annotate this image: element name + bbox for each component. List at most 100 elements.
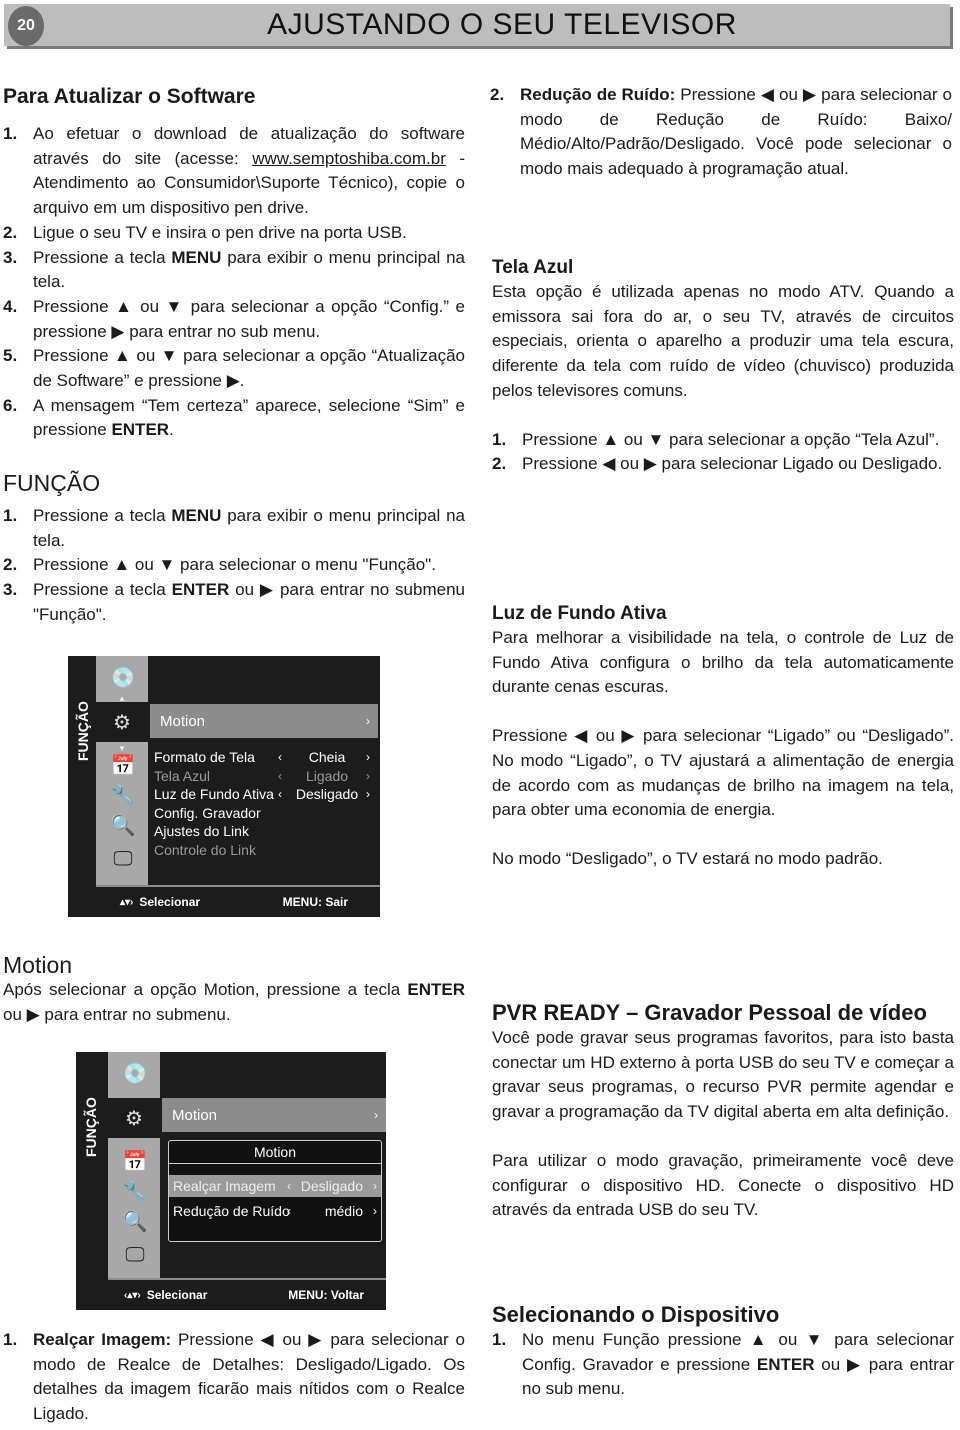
menu-row[interactable]: Luz de Fundo Ativa ‹ Desligado › (154, 785, 374, 803)
selecionando-steps: 1. No menu Função pressione ▲ ou ▼ para s… (492, 1328, 954, 1402)
section-title: PVR READY – Gravador Pessoal de vídeo (492, 1000, 927, 1025)
list-item: 4. Pressione ▲ ou ▼ para selecionar a opç… (3, 295, 465, 344)
item-number: 2. (3, 555, 18, 575)
settings-gears-icon[interactable]: ⚙ (96, 702, 148, 742)
item-text: No menu Função pressione ▲ ou ▼ para sel… (522, 1330, 954, 1399)
pvr-section: PVR READY – Gravador Pessoal de vídeo Vo… (492, 1000, 954, 1223)
footer-select-label: Selecionar (139, 895, 201, 909)
menu-row[interactable]: Config. Gravador (154, 804, 374, 822)
tools-icon[interactable]: 🔧 (110, 782, 136, 808)
update-software-section: Para Atualizar o Software 1. Ao efetuar o… (3, 84, 465, 443)
item-number: 1. (3, 1330, 18, 1349)
section-title: Motion (3, 952, 73, 978)
footer-exit-label: MENU: Sair (282, 895, 348, 909)
chevron-right-icon: › (366, 714, 370, 728)
section-title: Luz de Fundo Ativa (492, 603, 667, 624)
tv-menu-motion: FUNÇÃO 💿 ⚙ 📅 🔧 🔍 🖵 Motion › Motion Realç… (76, 1052, 386, 1310)
item-number: 3. (3, 580, 18, 600)
chevron-right-icon[interactable]: › (366, 767, 370, 785)
chevron-right-icon[interactable]: › (366, 748, 370, 766)
list-item: 2. Pressione ▲ ou ▼ para selecionar o men… (3, 553, 465, 578)
submenu-row-value: médio (324, 1203, 363, 1219)
chevron-left-icon[interactable]: ‹ (278, 785, 282, 803)
item-text: A mensagem “Tem certeza” aparece, seleci… (33, 395, 465, 440)
menu-side-label: FUNÇÃO (83, 1097, 99, 1157)
section-title: Tela Azul (492, 257, 574, 278)
left-column: Para Atualizar o Software 1. Ao efetuar o… (3, 0, 465, 1430)
list-item: 5. Pressione ▲ ou ▼ para selecionar a opç… (3, 344, 465, 393)
chevron-right-icon[interactable]: › (373, 1175, 377, 1197)
monitor-icon[interactable]: 🖵 (110, 846, 136, 872)
section-title: Selecionando o Dispositivo (492, 1302, 780, 1327)
nav-arrows-icon: ▴▾› (120, 896, 134, 908)
funcao-steps: 1. Pressione a tecla MENU para exibir o m… (3, 504, 465, 628)
search-magnifier-icon[interactable]: 🔍 (110, 812, 136, 838)
chevron-right-icon[interactable]: › (366, 785, 370, 803)
list-item: 2. Ligue o seu TV e insira o pen drive na… (3, 221, 465, 246)
item-text: Pressione ▲ ou ▼ para selecionar a opção… (522, 429, 940, 449)
chevron-left-icon[interactable]: ‹ (278, 748, 282, 766)
calendar-clock-icon[interactable]: 📅 (110, 752, 136, 778)
submenu-row[interactable]: Realçar Imagem ‹ Desligado › (169, 1175, 381, 1197)
chevron-right-icon: › (374, 1108, 378, 1122)
funcao-section: FUNÇÃO 1. Pressione a tecla MENU para exi… (3, 470, 465, 628)
motion-submenu: Motion Realçar Imagem ‹ Desligado › Redução … (168, 1140, 382, 1242)
chevron-right-icon[interactable]: › (373, 1200, 377, 1222)
section-title: Para Atualizar o Software (3, 85, 256, 108)
menu-row-label: Controle do Link (154, 841, 256, 858)
luz-text: Para melhorar a visibilidade na tela, o … (492, 628, 954, 697)
footer-back-label: MENU: Voltar (288, 1288, 364, 1302)
submenu-row-label: Redução de Ruído (173, 1203, 290, 1219)
item-text: Redução de Ruído: Pressione ◀ ou ▶ para … (520, 85, 952, 179)
item-text: Realçar Imagem: Pressione ◀ ou ▶ para se… (33, 1330, 465, 1424)
calendar-clock-icon[interactable]: 📅 (122, 1148, 148, 1174)
submenu-row-label: Realçar Imagem (173, 1178, 276, 1194)
item-number: 6. (3, 395, 18, 415)
item-number: 1. (492, 429, 507, 449)
tela-azul-section: Tela Azul Esta opção é utilizada apenas … (492, 256, 954, 477)
pvr-text-2: Para utilizar o modo gravação, primeiram… (492, 1150, 954, 1220)
item-number: 5. (3, 346, 18, 366)
item-text: Pressione a tecla MENU para exibir o men… (33, 247, 465, 292)
menu-footer: ▴▾› Selecionar MENU: Sair (96, 885, 380, 917)
menu-row[interactable]: Formato de Tela ‹ Cheia › (154, 748, 374, 766)
submenu-row[interactable]: Redução de Ruído ‹ médio › (169, 1200, 381, 1222)
list-item: 6. A mensagem “Tem certeza” aparece, sele… (3, 394, 465, 443)
tela-azul-text: Esta opção é utilizada apenas no modo AT… (492, 282, 954, 400)
menu-row[interactable]: Tela Azul ‹ Ligado › (154, 767, 374, 785)
search-magnifier-icon[interactable]: 🔍 (122, 1208, 148, 1234)
reducao-steps: 2. Redução de Ruído: Pressione ◀ ou ▶ par… (490, 83, 952, 182)
item-number: 2. (3, 222, 18, 242)
tools-icon[interactable]: 🔧 (122, 1178, 148, 1204)
item-text: Ligue o seu TV e insira o pen drive na p… (33, 222, 407, 242)
section-title: FUNÇÃO (3, 470, 101, 496)
menu-row-label: Ajustes do Link (154, 823, 249, 839)
monitor-icon[interactable]: 🖵 (122, 1242, 148, 1268)
menu-selected-item[interactable]: Motion › (162, 1098, 386, 1132)
menu-side-label: FUNÇÃO (75, 701, 91, 761)
pvr-text: Você pode gravar seus programas favorito… (492, 1028, 954, 1122)
media-disc-icon[interactable]: 💿 (110, 664, 136, 690)
settings-gears-icon[interactable]: ⚙ (108, 1098, 160, 1138)
menu-row[interactable]: Ajustes do Link (154, 822, 374, 840)
list-item: 1. Realçar Imagem: Pressione ◀ ou ▶ para … (3, 1328, 465, 1427)
chevron-left-icon[interactable]: ‹ (278, 767, 282, 785)
item-number: 1. (3, 124, 18, 143)
item-text: Pressione a tecla MENU para exibir o men… (33, 506, 465, 550)
menu-row[interactable]: Controle do Link (154, 841, 374, 859)
menu-row-value: Desligado (295, 786, 359, 802)
menu-row-value: Cheia (308, 749, 346, 765)
luz-fundo-section: Luz de Fundo Ativa Para melhorar a visib… (492, 602, 954, 872)
menu-selected-item[interactable]: Motion › (150, 704, 378, 738)
item-number: 4. (3, 296, 18, 316)
menu-row-label: Config. Gravador (154, 804, 261, 821)
media-disc-icon[interactable]: 💿 (122, 1060, 148, 1086)
menu-icon-bar: 💿 ▲ ⚙ ▼ 📅 🔧 🔍 🖵 (96, 656, 148, 885)
list-item: 3. Pressione a tecla ENTER ou ▶ para entr… (3, 578, 465, 627)
chevron-left-icon[interactable]: ‹ (287, 1175, 291, 1197)
item-number: 1. (492, 1330, 507, 1349)
chevron-left-icon[interactable]: ‹ (287, 1200, 291, 1222)
selecionando-section: Selecionando o Dispositivo 1. No menu Fun… (492, 1302, 954, 1402)
menu-row-value: Ligado (305, 767, 349, 784)
menu-icon-bar: 💿 ⚙ 📅 🔧 🔍 🖵 (108, 1052, 160, 1278)
